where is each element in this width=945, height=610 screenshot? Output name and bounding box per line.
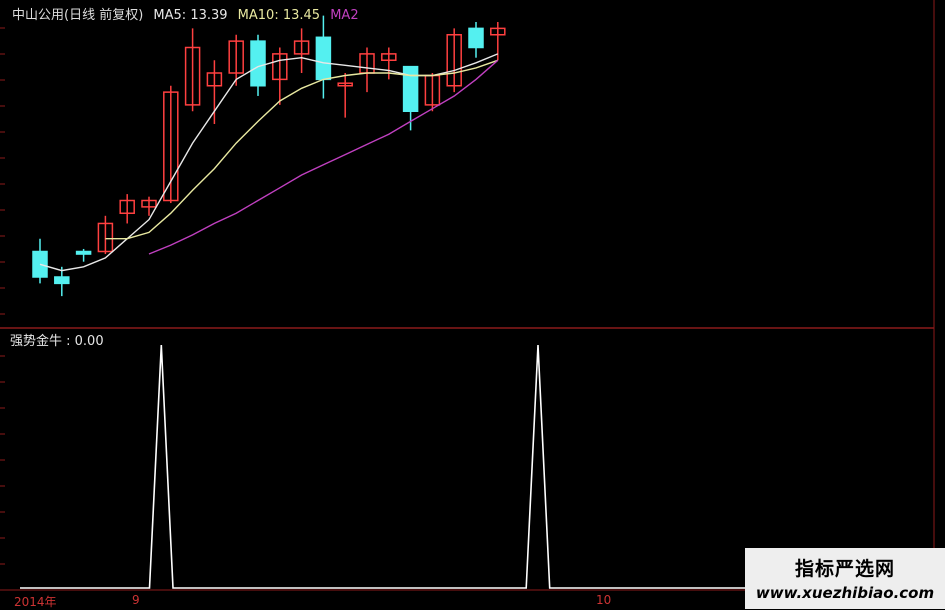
candle-down (75, 250, 92, 255)
moving-average-lines (39, 53, 499, 272)
chart-header: 中山公用(日线 前复权) MA5: 13.39 MA10: 13.45 MA2 (12, 4, 365, 23)
watermark: 指标严选网 www.xuezhibiao.com (745, 548, 945, 609)
stock-chart (0, 0, 935, 591)
candle-down (250, 40, 266, 87)
indicator-label: 强势金牛 : 0.00 (10, 334, 104, 349)
candlestick-series (32, 15, 506, 297)
candle-down (315, 36, 332, 81)
x-label-year: 2014年 (14, 595, 57, 609)
grid-lines (0, 0, 935, 591)
x-label-month-10: 10 (596, 593, 612, 607)
candle-down (54, 276, 70, 285)
ma5-label: MA5: 13.39 (153, 8, 228, 23)
candle-down (468, 27, 484, 49)
watermark-url: www.xuezhibiao.com (755, 584, 935, 602)
candle-down (402, 65, 419, 112)
watermark-title: 指标严选网 (794, 558, 895, 580)
ma10-label: MA10: 13.45 (237, 8, 321, 23)
x-label-month-9: 9 (132, 593, 140, 607)
candle-down (32, 250, 48, 278)
chart-title: 中山公用(日线 前复权) (12, 8, 144, 23)
ma20-label: MA2 (330, 8, 359, 23)
